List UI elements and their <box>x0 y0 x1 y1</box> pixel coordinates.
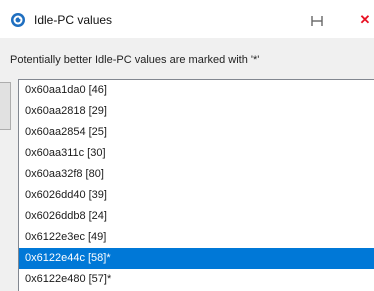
list-item[interactable]: 0x6026ddb8 [24] <box>19 206 374 227</box>
hidden-button-edge[interactable] <box>0 82 11 130</box>
list-item[interactable]: 0x60aa2854 [25] <box>19 122 374 143</box>
list-item[interactable]: 0x6122e3ec [49] <box>19 227 374 248</box>
list-item-selected[interactable]: 0x6122e44c [58]* <box>19 248 374 269</box>
list-item[interactable]: 0x6122e480 [57]* <box>19 269 374 290</box>
close-button[interactable]: ✕ <box>356 10 374 30</box>
list-item[interactable]: 0x60aa32f8 [80] <box>19 164 374 185</box>
window-title: Idle-PC values <box>34 13 113 27</box>
title-bar[interactable]: Idle-PC values ✕ <box>0 0 374 38</box>
idle-pc-dialog: Idle-PC values ✕ Potentially better Idle… <box>0 0 374 291</box>
gns3-chameleon-icon <box>10 12 26 28</box>
instruction-label: Potentially better Idle-PC values are ma… <box>10 54 260 66</box>
list-item[interactable]: 0x60aa1da0 [46] <box>19 80 374 101</box>
list-item[interactable]: 0x60aa2818 [29] <box>19 101 374 122</box>
restore-icon[interactable] <box>304 10 330 30</box>
idle-pc-list[interactable]: 0x60aa1da0 [46] 0x60aa2818 [29] 0x60aa2854… <box>18 79 374 291</box>
list-item[interactable]: 0x60aa311c [30] <box>19 143 374 164</box>
list-item[interactable]: 0x6026dd40 [39] <box>19 185 374 206</box>
